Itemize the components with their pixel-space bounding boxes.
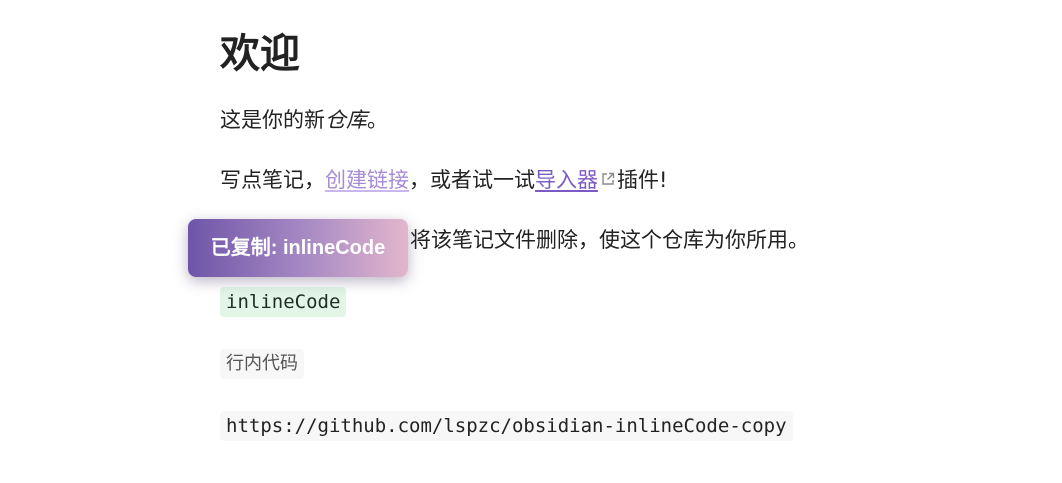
paragraph-text: 写点笔记， [220, 168, 325, 192]
paragraph-vault-intro: 这是你的新仓库。 [220, 105, 388, 135]
paragraph-text: 这是你的新 [220, 108, 325, 132]
external-link-importer[interactable]: 导入器 [535, 168, 598, 192]
paragraph-text: 插件! [617, 168, 668, 192]
inline-code-chinese[interactable]: 行内代码 [220, 349, 304, 379]
inline-code-url[interactable]: https://github.com/lspzc/obsidian-inline… [220, 411, 793, 441]
copied-toast: 已复制: inlineCode [188, 219, 408, 277]
paragraph-tips: 写点笔记，创建链接，或者试一试导入器 插件! [220, 165, 667, 195]
inline-code-inlineCode[interactable]: inlineCode [220, 287, 347, 317]
internal-link[interactable]: 创建链接 [325, 168, 409, 192]
italic-text: 仓库 [325, 108, 367, 132]
external-link-icon [602, 172, 615, 185]
note-title: 欢迎 [220, 31, 300, 77]
paragraph-text: 。 [367, 108, 388, 132]
paragraph-text: 将该笔记文件删除，使这个仓库为你所用。 [410, 228, 809, 252]
paragraph-text: ，或者试一试 [409, 168, 535, 192]
